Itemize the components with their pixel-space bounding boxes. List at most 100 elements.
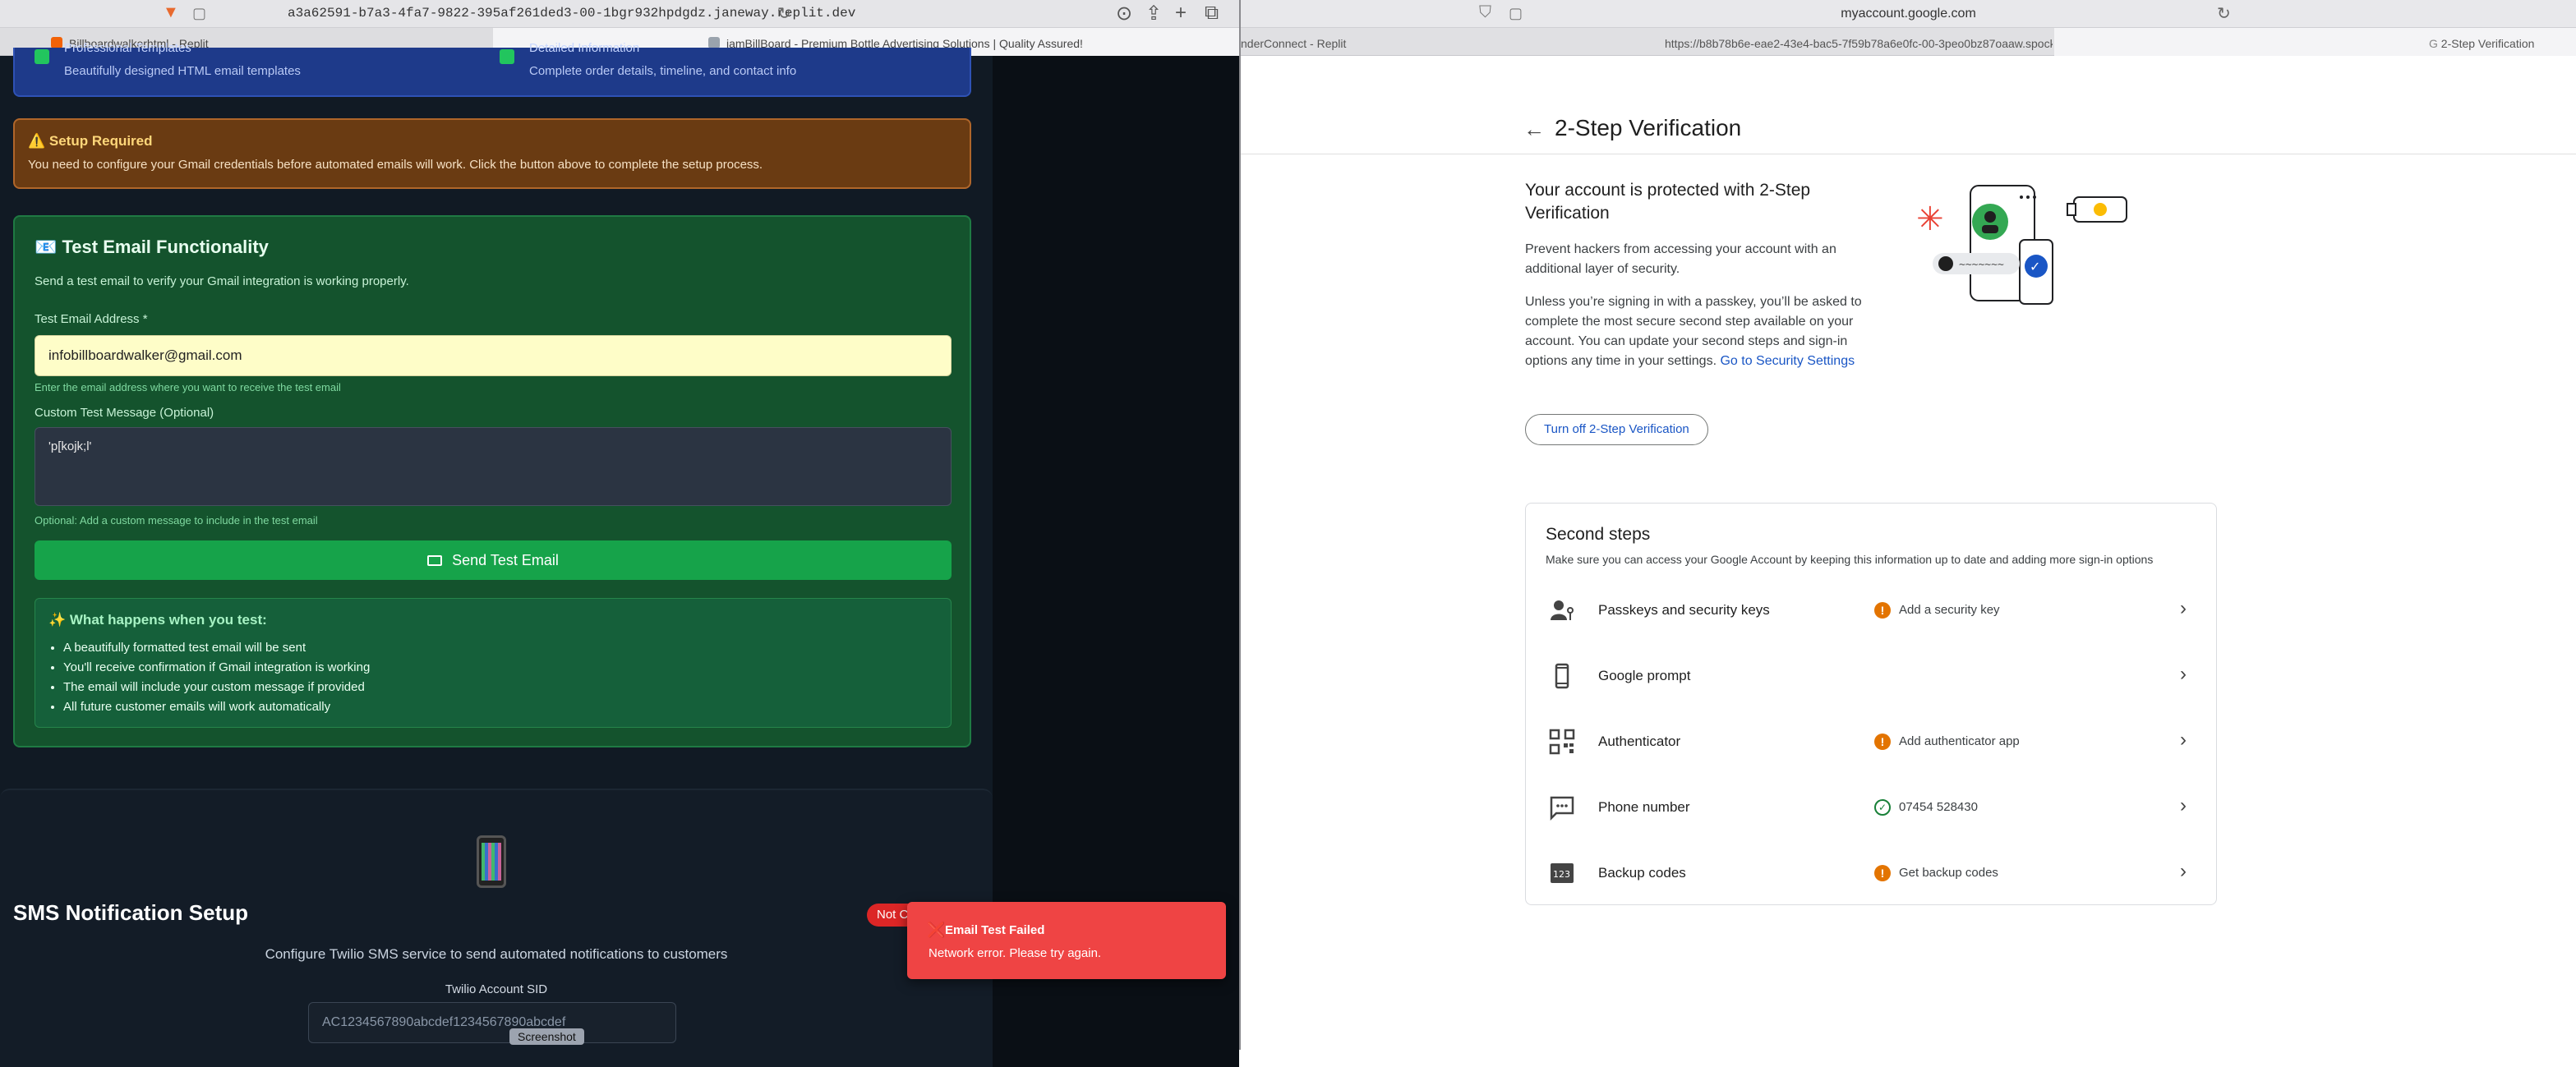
authenticator-row[interactable]: Authenticator ! Add authenticator app ›	[1526, 709, 2216, 775]
toast-title: Email Test Failed	[945, 923, 1045, 937]
custom-message-textarea[interactable]: 'p[kojk;l'	[35, 427, 952, 506]
left-browser-toolbar: ▼ ▢ a3a62591-b7a3-4fa7-9822-395af261ded3…	[0, 0, 1239, 28]
new-tab-icon[interactable]: +	[1175, 2, 1187, 25]
list-item: A beautifully formatted test email will …	[63, 638, 370, 658]
right-browser-toolbar: ⛉ ▢ myaccount.google.com ↻	[1241, 0, 2576, 28]
security-settings-link[interactable]: Go to Security Settings	[1720, 354, 1855, 368]
row-status: Get backup codes	[1899, 866, 1998, 880]
what-happens-list: A beautifully formatted test email will …	[63, 638, 370, 717]
page-favicon-icon	[708, 37, 720, 48]
page-title: 2-Step Verification	[1555, 115, 1742, 140]
twilio-sid-input[interactable]: AC1234567890abcdef1234567890abcdef	[308, 1002, 676, 1043]
tab-label: 2-Step Verification	[2440, 37, 2535, 50]
phone-number-row[interactable]: Phone number ✓ 07454 528430 ›	[1526, 775, 2216, 840]
passkeys-row[interactable]: Passkeys and security keys ! Add a secur…	[1526, 577, 2216, 643]
warning-icon: !	[1874, 602, 1891, 619]
custom-message-label: Custom Test Message (Optional)	[35, 406, 214, 420]
features-panel: Professional Templates Beautifully desig…	[13, 41, 971, 97]
row-status: 07454 528430	[1899, 800, 1978, 814]
list-item: All future customer emails will work aut…	[63, 697, 370, 717]
chevron-right-icon: ›	[2180, 729, 2187, 751]
chevron-right-icon: ›	[2180, 794, 2187, 816]
left-browser-window: ▼ ▢ a3a62591-b7a3-4fa7-9822-395af261ded3…	[0, 0, 1239, 1067]
turn-off-2sv-button[interactable]: Turn off 2-Step Verification	[1525, 414, 1708, 445]
tabs-icon[interactable]: ⧉	[1205, 2, 1219, 25]
screenshot-label: Screenshot	[509, 1028, 584, 1045]
right-tab-strip: nderConnect - Replit https://b8b78b6e-ea…	[1241, 28, 2576, 56]
sms-title: SMS Notification Setup	[13, 900, 248, 925]
toast-message: Network error. Please try again.	[929, 946, 1102, 960]
sms-description: Configure Twilio SMS service to send aut…	[265, 946, 728, 962]
test-email-address-hint: Enter the email address where you want t…	[35, 381, 341, 393]
error-toast[interactable]: ❌ Email Test Failed Network error. Pleas…	[907, 902, 1226, 979]
message-icon	[1550, 796, 1574, 821]
feature-subtitle: Complete order details, timeline, and co…	[529, 64, 797, 78]
feature-subtitle: Beautifully designed HTML email template…	[64, 64, 301, 78]
chevron-right-icon: ›	[2180, 597, 2187, 619]
google-prompt-row[interactable]: Google prompt ›	[1526, 643, 2216, 709]
backup-codes-row[interactable]: 123 Backup codes ! Get backup codes ›	[1526, 840, 2216, 906]
what-happens-title: ✨ What happens when you test:	[48, 612, 267, 628]
svg-text:✓: ✓	[2030, 259, 2040, 274]
sms-setup-panel: SMS Notification Setup Not Configured Co…	[0, 789, 993, 1067]
alert-text: You need to configure your Gmail credent…	[28, 158, 763, 172]
reload-icon[interactable]: ↻	[2217, 3, 2231, 24]
custom-message-hint: Optional: Add a custom message to includ…	[35, 514, 318, 527]
twilio-sid-label: Twilio Account SID	[445, 982, 548, 996]
send-test-email-button[interactable]: Send Test Email	[35, 540, 952, 580]
test-email-address-label: Test Email Address *	[35, 312, 148, 326]
error-x-icon: ❌	[927, 922, 946, 938]
check-circle-icon: ✓	[1874, 799, 1891, 816]
protected-heading: Your account is protected with 2-Step Ve…	[1525, 181, 1811, 223]
security-illustration: ✳ ✓ ~~~~~~~	[1916, 185, 2127, 305]
feature-title: Professional Templates	[64, 41, 191, 55]
test-email-description: Send a test email to verify your Gmail i…	[35, 274, 409, 288]
list-item: The email will include your custom messa…	[63, 678, 370, 697]
chevron-right-icon: ›	[2180, 860, 2187, 882]
reload-icon[interactable]: ↻	[777, 3, 791, 24]
download-icon[interactable]: ⊙	[1116, 2, 1132, 25]
envelope-icon	[427, 555, 443, 566]
right-browser-window: ⛉ ▢ myaccount.google.com ↻ nderConnect -…	[1241, 0, 2576, 1067]
row-label: Phone number	[1598, 799, 1690, 815]
setup-required-alert: ⚠️ Setup Required You need to configure …	[13, 118, 971, 189]
check-icon	[500, 49, 514, 64]
left-address-bar[interactable]: a3a62591-b7a3-4fa7-9822-395af261ded3-00-…	[288, 6, 855, 21]
svg-text:~~~~~~~: ~~~~~~~	[1959, 259, 2004, 271]
row-status: Add a security key	[1899, 603, 2000, 617]
protected-intro-text: Prevent hackers from accessing your acco…	[1525, 242, 1836, 276]
what-happens-box: ✨ What happens when you test: A beautifu…	[35, 598, 952, 728]
tab-2-step-verification[interactable]: G 2-Step Verification	[2054, 28, 2576, 56]
second-steps-card: Second steps Make sure you can access yo…	[1525, 503, 2217, 905]
row-label: Backup codes	[1598, 865, 1686, 881]
send-button-label: Send Test Email	[452, 552, 559, 568]
chevron-right-icon: ›	[2180, 663, 2187, 685]
row-label: Google prompt	[1598, 668, 1691, 683]
backup-codes-icon: 123	[1551, 863, 1574, 883]
svg-text:✳: ✳	[1916, 200, 1944, 238]
row-status: Add authenticator app	[1899, 734, 2020, 748]
test-email-panel: 📧 Test Email Functionality Send a test e…	[13, 215, 971, 747]
email-settings-page: Professional Templates Beautifully desig…	[0, 41, 993, 1067]
phone-device-icon	[1555, 663, 1569, 689]
qr-code-icon	[1549, 729, 1575, 755]
tab-spock-replit[interactable]: https://b8b78b6e-eae2-43e4-bac5-7f59b78a…	[1643, 28, 2053, 56]
svg-text:123: 123	[1553, 869, 1570, 880]
share-icon[interactable]: ⇪	[1145, 2, 1162, 25]
alert-title: ⚠️ Setup Required	[28, 133, 153, 149]
test-email-address-input[interactable]: infobillboardwalker@gmail.com	[35, 335, 952, 376]
feature-title: Detailed Information	[529, 41, 640, 55]
google-g-icon: G	[2429, 37, 2441, 50]
tab-overview-icon[interactable]: ▢	[192, 5, 206, 22]
desktop: ▼ ▢ a3a62591-b7a3-4fa7-9822-395af261ded3…	[0, 0, 2576, 1067]
passkey-icon	[1551, 600, 1574, 620]
test-email-title: 📧 Test Email Functionality	[35, 237, 269, 257]
tab-replit[interactable]: nderConnect - Replit	[1241, 28, 1643, 56]
brave-shield-icon[interactable]: ▼	[163, 3, 179, 23]
protected-details-text: Unless you’re signing in with a passkey,…	[1525, 292, 1870, 371]
right-address-bar[interactable]: myaccount.google.com	[1241, 7, 2576, 21]
warning-icon: !	[1874, 865, 1891, 881]
mobile-phone-icon	[477, 835, 506, 888]
back-arrow-icon[interactable]: ←	[1523, 117, 1545, 142]
second-steps-title: Second steps	[1546, 525, 1651, 544]
